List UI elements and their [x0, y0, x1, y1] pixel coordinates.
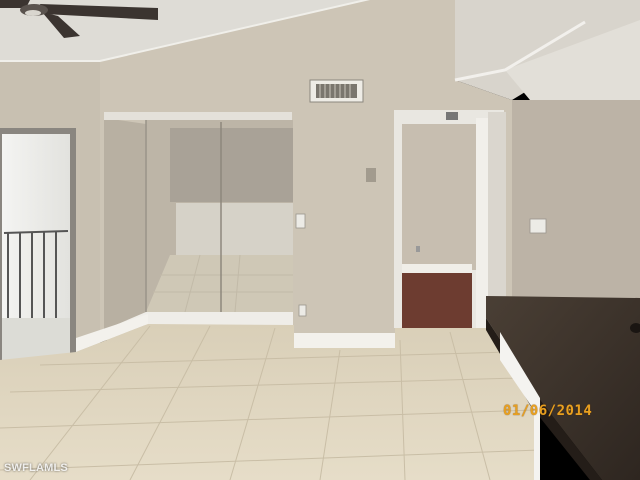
soffit: [454, 0, 640, 100]
light-switch-icon: [295, 213, 306, 229]
right-wall: [512, 100, 640, 310]
outlet-icon: [298, 304, 307, 317]
vent-icon: [309, 79, 364, 103]
light-switch-icon: [529, 218, 547, 234]
watermark: SWFLAMLS: [4, 462, 68, 474]
thermostat-icon: [366, 168, 376, 182]
room-photo: SWFLAMLS 01/06/2014: [0, 0, 640, 480]
sliding-glass-door: [0, 128, 76, 366]
date-stamp: 01/06/2014: [503, 403, 593, 419]
mirror-wall: [104, 112, 293, 330]
